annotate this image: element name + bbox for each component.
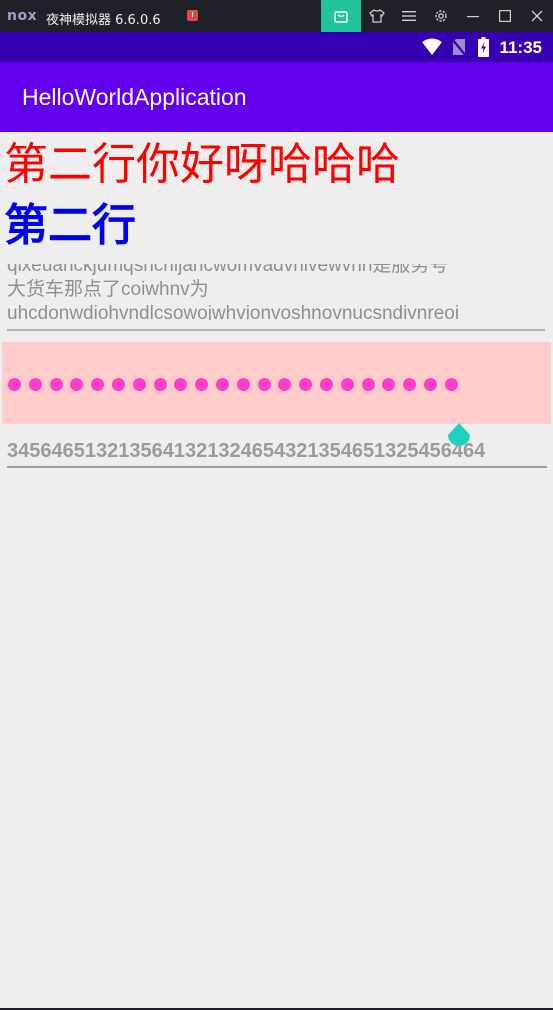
store-button[interactable] bbox=[321, 0, 361, 32]
app-toolbar: HelloWorldApplication bbox=[0, 62, 553, 132]
password-dot bbox=[340, 378, 354, 391]
password-dot bbox=[112, 378, 125, 391]
android-status-bar: 11:35 bbox=[0, 32, 553, 62]
bag-icon bbox=[334, 11, 348, 23]
password-dot bbox=[8, 378, 21, 391]
multiline-underline bbox=[7, 329, 545, 331]
battery-icon bbox=[478, 37, 489, 57]
blue-text-line: 第二行 bbox=[4, 200, 136, 251]
status-clock: 11:35 bbox=[499, 38, 542, 57]
password-dot bbox=[299, 378, 313, 391]
main-content: 第二行你好呀哈哈哈 第二行 qixeuancκjumqshchijancwomv… bbox=[0, 132, 553, 1008]
minimize-button[interactable] bbox=[457, 0, 489, 32]
password-dot bbox=[153, 378, 167, 391]
emulator-title-bar: nox 夜神模拟器 6.6.0.6 bbox=[0, 0, 553, 32]
password-dot bbox=[361, 378, 375, 391]
password-field[interactable] bbox=[2, 342, 551, 424]
password-dot bbox=[174, 378, 188, 391]
password-dot bbox=[236, 378, 250, 391]
minimize-icon bbox=[467, 16, 479, 18]
password-dot bbox=[424, 378, 437, 391]
shirt-icon bbox=[369, 9, 385, 23]
password-dot bbox=[320, 378, 333, 391]
password-dot bbox=[132, 378, 146, 391]
wifi-icon bbox=[422, 38, 442, 55]
password-dot bbox=[195, 378, 209, 391]
emulator-title: 夜神模拟器 6.6.0.6 bbox=[46, 13, 161, 28]
cursor-handle-icon[interactable] bbox=[446, 422, 472, 452]
password-dot bbox=[91, 378, 105, 391]
multiline-text-line: qixeuancκjumqshchijancwomvadvnivewvnn是服务… bbox=[7, 264, 449, 276]
close-icon bbox=[531, 10, 543, 22]
red-text-line: 第二行你好呀哈哈哈 bbox=[4, 139, 400, 190]
maximize-button[interactable] bbox=[489, 0, 521, 32]
password-dot bbox=[257, 378, 271, 391]
menu-button[interactable] bbox=[393, 0, 425, 32]
multiline-edit-text[interactable]: qixeuancκjumqshchijancwomvadvnivewvnn是服务… bbox=[7, 264, 545, 320]
password-dot bbox=[278, 378, 292, 391]
multiline-text-content: qixeuancκjumqshchijancwomvadvnivewvnn是服务… bbox=[7, 264, 545, 320]
emulator-window: nox 夜神模拟器 6.6.0.6 11:35 HelloWorldApplic… bbox=[0, 0, 553, 1010]
password-dot bbox=[403, 378, 417, 391]
settings-button[interactable] bbox=[425, 0, 457, 32]
close-button[interactable] bbox=[521, 0, 553, 32]
password-dot bbox=[28, 378, 42, 391]
multiline-text-line: 大货车那点了coiwhnv为 bbox=[7, 279, 209, 300]
password-dot bbox=[216, 378, 229, 391]
maximize-icon bbox=[499, 10, 511, 22]
gear-icon bbox=[435, 10, 447, 22]
password-dot bbox=[49, 378, 63, 391]
app-title: HelloWorldApplication bbox=[22, 84, 247, 110]
password-dot bbox=[382, 378, 396, 391]
alert-icon[interactable] bbox=[187, 10, 198, 21]
password-dot bbox=[444, 378, 458, 391]
no-sim-icon bbox=[452, 38, 466, 56]
menu-icon bbox=[402, 11, 416, 21]
password-dot bbox=[70, 378, 84, 391]
nox-logo: nox bbox=[7, 8, 38, 24]
number-field-underline bbox=[7, 466, 547, 468]
multiline-text-line: uhcdonwdiohvndlcsowojwhvionvoshnovnucsnd… bbox=[7, 303, 460, 320]
skin-button[interactable] bbox=[361, 0, 393, 32]
